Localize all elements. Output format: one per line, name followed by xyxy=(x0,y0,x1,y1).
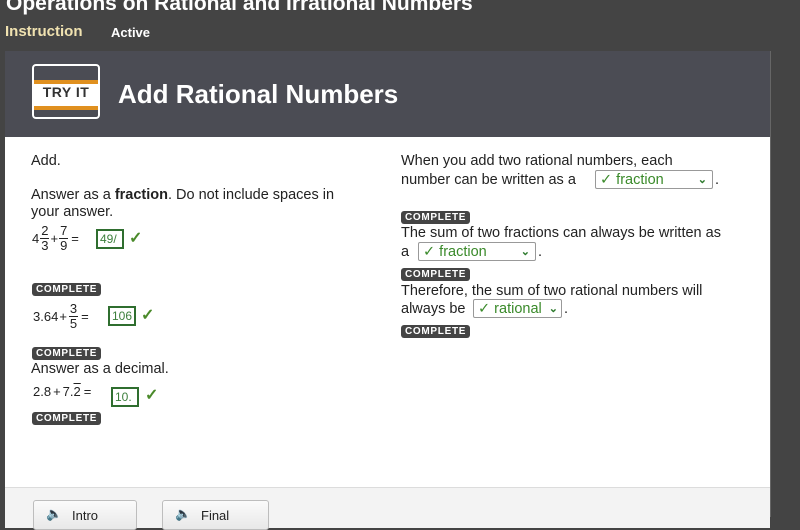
question-3-dropdown[interactable]: ✓ rational ⌄ xyxy=(473,299,562,318)
numerator: 3 xyxy=(68,301,79,317)
problem-3-expression: 2.8 + 7. 2 = xyxy=(33,384,91,399)
period: . xyxy=(564,301,569,317)
operator: + xyxy=(53,384,61,399)
period: . xyxy=(538,244,543,260)
chevron-down-icon: ⌄ xyxy=(697,174,707,186)
audio-footer: 🔈 Intro 🔈 Final xyxy=(5,487,770,530)
problem-2-expression: 3.64 + 35 = xyxy=(33,302,89,331)
whole-number: 4 xyxy=(32,231,40,246)
numerator: 7 xyxy=(59,223,69,239)
course-title: Operations on Rational and Irrational Nu… xyxy=(6,0,473,15)
top-nav: Instruction Active xyxy=(5,23,150,41)
equals: = xyxy=(81,309,89,324)
problem-3-answer-input[interactable]: 10. xyxy=(111,387,139,407)
check-icon: ✓ xyxy=(145,387,159,404)
intro-label: Intro xyxy=(72,508,99,523)
decimal-number: 2.8 xyxy=(33,384,52,399)
add-instruction: Add. xyxy=(31,153,61,169)
repeating-digit: 2 xyxy=(73,384,81,399)
instruction-text-suffix: . Do not include spaces in xyxy=(168,187,335,203)
fraction: 79 xyxy=(59,223,69,253)
question-3-line2: always be xyxy=(401,301,466,317)
chevron-down-icon: ⌄ xyxy=(548,303,558,315)
instruction-bold: fraction xyxy=(114,187,168,203)
decimal-number: 3.64 xyxy=(33,309,59,324)
status-badge: COMPLETE xyxy=(401,211,471,224)
denominator: 9 xyxy=(60,238,68,253)
check-icon: ✓ xyxy=(141,307,155,324)
activity-panel: TRY IT Add Rational Numbers Add. Answer … xyxy=(5,51,770,530)
question-2-dropdown[interactable]: ✓ fraction ⌄ xyxy=(418,242,536,261)
chevron-down-icon: ⌄ xyxy=(520,246,530,258)
intro-audio-button[interactable]: 🔈 Intro xyxy=(33,500,137,530)
equals: = xyxy=(71,231,79,246)
fraction: 35 xyxy=(68,301,79,331)
status-badge: COMPLETE xyxy=(32,412,102,425)
selected-option: ✓ fraction xyxy=(423,244,487,260)
denominator: 3 xyxy=(41,238,49,253)
status-badge: COMPLETE xyxy=(401,325,471,338)
speaker-icon: 🔈 xyxy=(175,506,192,521)
selected-option: ✓ fraction xyxy=(600,172,664,188)
nav-instruction[interactable]: Instruction xyxy=(5,23,83,40)
check-icon: ✓ xyxy=(129,230,143,247)
selected-option: ✓ rational xyxy=(478,301,542,317)
panel-edge xyxy=(770,51,771,517)
period: . xyxy=(715,172,720,188)
problem-1-answer-input[interactable]: 49/ xyxy=(96,229,124,249)
final-audio-button[interactable]: 🔈 Final xyxy=(162,500,269,530)
question-1-dropdown[interactable]: ✓ fraction ⌄ xyxy=(595,170,713,189)
problem-2-answer-input[interactable]: 106 xyxy=(108,306,136,326)
question-1-line1: When you add two rational numbers, each xyxy=(401,153,673,169)
question-2-line2: a xyxy=(401,244,410,260)
decimal-instruction: Answer as a decimal. xyxy=(31,361,169,377)
nav-active[interactable]: Active xyxy=(111,25,150,40)
status-badge: COMPLETE xyxy=(32,347,102,360)
speaker-icon: 🔈 xyxy=(46,506,63,521)
fraction-instruction: Answer as a fraction. Do not include spa… xyxy=(31,187,334,204)
content-area: Add. Answer as a fraction. Do not includ… xyxy=(5,137,770,487)
fraction-instruction-line2: your answer. xyxy=(31,204,114,220)
denominator: 5 xyxy=(69,316,78,331)
problem-1-expression: 4 23 + 79 = xyxy=(32,224,79,253)
instruction-text: Answer as a xyxy=(31,187,115,203)
operator: + xyxy=(59,309,67,324)
status-badge: COMPLETE xyxy=(32,283,102,296)
final-label: Final xyxy=(201,508,230,523)
question-1-line2: number can be written as a xyxy=(401,172,576,188)
operator: + xyxy=(50,231,59,246)
question-2-line1: The sum of two fractions can always be w… xyxy=(401,225,721,241)
try-it-logo: TRY IT xyxy=(32,64,100,119)
fraction: 23 xyxy=(40,223,50,253)
decimal-number: 7. xyxy=(62,384,74,399)
equals: = xyxy=(83,384,92,399)
numerator: 2 xyxy=(40,223,50,239)
status-badge: COMPLETE xyxy=(401,268,471,281)
logo-text: TRY IT xyxy=(42,84,90,100)
question-3-line1: Therefore, the sum of two rational numbe… xyxy=(401,283,703,299)
page-title: Add Rational Numbers xyxy=(118,79,399,109)
panel-header: TRY IT Add Rational Numbers xyxy=(5,51,770,137)
